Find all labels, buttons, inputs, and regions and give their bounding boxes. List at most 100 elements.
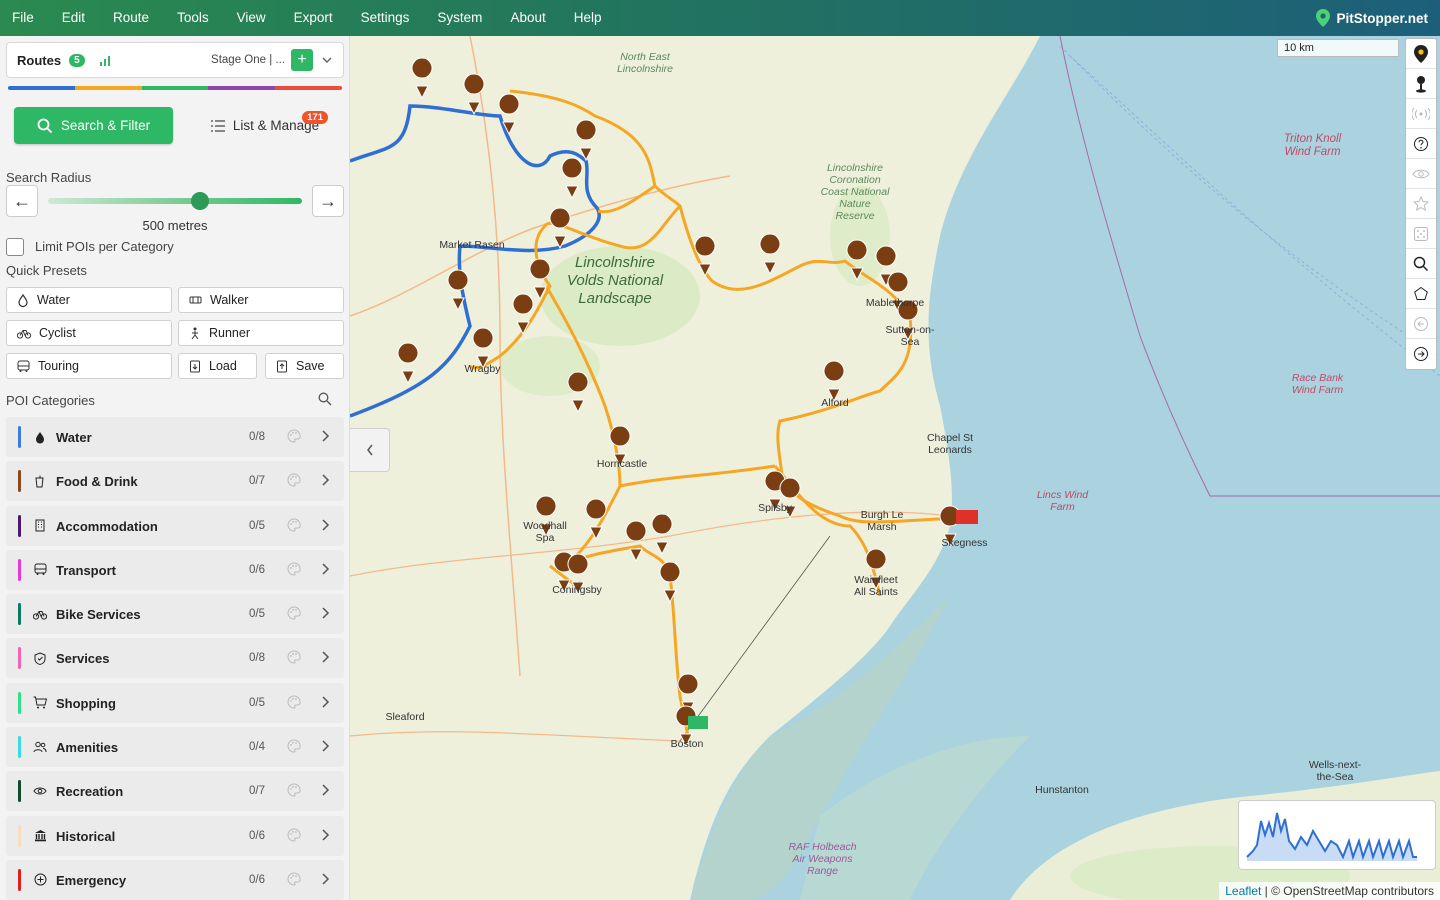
poi-category-recreation[interactable]: Recreation 0/7 <box>6 771 344 812</box>
people-icon <box>33 740 47 754</box>
category-name: Accommodation <box>56 518 158 534</box>
list-manage-button[interactable]: List & Manage 171 <box>190 107 340 144</box>
routes-selector[interactable]: Routes 5 Stage One | ... + <box>6 42 344 78</box>
radius-slider[interactable] <box>48 198 302 204</box>
poi-category-accommodation[interactable]: Accommodation 0/5 <box>6 505 344 546</box>
visibility-tool[interactable] <box>1406 159 1436 189</box>
palette-icon[interactable] <box>287 650 301 664</box>
museum-icon <box>33 829 47 843</box>
building-icon <box>33 519 47 533</box>
stage-select[interactable]: Stage One | ... <box>211 54 285 66</box>
chevron-right-icon[interactable] <box>319 518 331 532</box>
poi-category-shopping[interactable]: Shopping 0/5 <box>6 682 344 723</box>
chevron-right-icon[interactable] <box>319 429 331 443</box>
poi-category-historical[interactable]: Historical 0/6 <box>6 815 344 856</box>
menu-settings[interactable]: Settings <box>347 0 424 36</box>
radius-slider-thumb[interactable] <box>191 192 210 210</box>
signal-bars-icon[interactable] <box>99 54 113 66</box>
map-label-burgh: Burgh Le Marsh <box>860 509 904 533</box>
palette-icon[interactable] <box>287 429 301 443</box>
poi-category-amenities[interactable]: Amenities 0/4 <box>6 727 344 768</box>
favourite-tool[interactable] <box>1406 189 1436 219</box>
polygon-tool[interactable] <box>1406 279 1436 309</box>
chevron-right-icon[interactable] <box>319 783 331 797</box>
chevron-right-icon[interactable] <box>319 739 331 753</box>
add-route-button[interactable]: + <box>291 49 313 71</box>
palette-icon[interactable] <box>287 783 301 797</box>
limit-pois-checkbox[interactable] <box>6 238 24 256</box>
collapse-sidebar-button[interactable] <box>350 428 390 472</box>
help-tool[interactable] <box>1406 129 1436 159</box>
menu-about[interactable]: About <box>496 0 559 36</box>
menu-tools[interactable]: Tools <box>163 0 223 36</box>
undo-tool[interactable] <box>1406 309 1436 339</box>
poi-category-transport[interactable]: Transport 0/6 <box>6 549 344 590</box>
poi-category-services[interactable]: Services 0/8 <box>6 638 344 679</box>
menu-edit[interactable]: Edit <box>48 0 99 36</box>
category-count: 0/5 <box>249 608 265 621</box>
palette-icon[interactable] <box>287 828 301 842</box>
search-filter-button[interactable]: Search & Filter <box>14 107 173 144</box>
preset-label: Load <box>209 359 237 373</box>
chevron-right-icon[interactable] <box>319 695 331 709</box>
load-preset-button[interactable]: Load <box>178 353 257 379</box>
chevron-right-icon[interactable] <box>319 606 331 620</box>
menu-route[interactable]: Route <box>99 0 163 36</box>
map-search-tool[interactable] <box>1406 249 1436 279</box>
poi-category-water[interactable]: Water 0/8 <box>6 417 344 457</box>
palette-icon[interactable] <box>287 562 301 576</box>
star-icon <box>1413 195 1429 211</box>
broadcast-tool[interactable] <box>1406 99 1436 129</box>
preset-walker-button[interactable]: Walker <box>178 287 344 313</box>
preset-water-button[interactable]: Water <box>6 287 172 313</box>
chevron-right-icon[interactable] <box>319 562 331 576</box>
palette-icon[interactable] <box>287 695 301 709</box>
menu-export[interactable]: Export <box>280 0 347 36</box>
category-color-bar <box>18 736 21 759</box>
radius-decrease-button[interactable]: ← <box>6 185 38 217</box>
limit-pois-label: Limit POIs per Category <box>35 239 174 254</box>
palette-icon[interactable] <box>287 518 301 532</box>
poi-category-bike-services[interactable]: Bike Services 0/5 <box>6 594 344 635</box>
leaflet-link[interactable]: Leaflet <box>1225 884 1261 898</box>
category-count: 0/7 <box>249 475 265 488</box>
preset-cyclist-button[interactable]: Cyclist <box>6 320 172 346</box>
elevation-profile[interactable] <box>1238 800 1436 870</box>
menu-file[interactable]: File <box>0 0 48 36</box>
palette-icon[interactable] <box>287 606 301 620</box>
poi-categories-label: POI Categories <box>6 393 95 408</box>
quick-presets-label: Quick Presets <box>6 263 87 278</box>
map-label-wainfleet: Wainfleet All Saints <box>854 574 898 598</box>
preset-runner-button[interactable]: Runner <box>178 320 344 346</box>
waypoint-tool[interactable] <box>1406 69 1436 99</box>
chevron-right-icon[interactable] <box>319 473 331 487</box>
category-count: 0/6 <box>249 829 265 842</box>
menu-help[interactable]: Help <box>560 0 616 36</box>
menu-view[interactable]: View <box>223 0 280 36</box>
map-label-alford: Alford <box>821 397 849 409</box>
chevron-right-icon[interactable] <box>319 650 331 664</box>
chevron-right-icon[interactable] <box>319 872 331 886</box>
redo-tool[interactable] <box>1406 339 1436 369</box>
dice-icon <box>1414 226 1428 241</box>
palette-icon[interactable] <box>287 872 301 886</box>
map-label-wragby: Wragby <box>464 363 501 375</box>
category-name: Services <box>56 651 110 667</box>
random-tool[interactable] <box>1406 219 1436 249</box>
palette-icon[interactable] <box>287 739 301 753</box>
palette-icon[interactable] <box>287 473 301 487</box>
save-preset-button[interactable]: Save <box>265 353 344 379</box>
radius-increase-button[interactable]: → <box>312 185 344 217</box>
chevron-down-icon[interactable] <box>321 54 333 66</box>
menu-system[interactable]: System <box>423 0 496 36</box>
add-marker-tool[interactable] <box>1406 39 1436 69</box>
preset-label: Cyclist <box>39 326 76 340</box>
map-view[interactable]: North East Lincolnshire Lincolnshire Cor… <box>350 36 1440 900</box>
poi-category-food-drink[interactable]: Food & Drink 0/7 <box>6 461 344 502</box>
search-icon[interactable] <box>318 392 332 406</box>
poi-category-emergency[interactable]: Emergency 0/6 <box>6 859 344 900</box>
preset-touring-button[interactable]: Touring <box>6 353 172 379</box>
elevation-chart <box>1246 812 1417 861</box>
chevron-right-icon[interactable] <box>319 828 331 842</box>
brand[interactable]: PitStopper.net <box>1316 0 1428 36</box>
